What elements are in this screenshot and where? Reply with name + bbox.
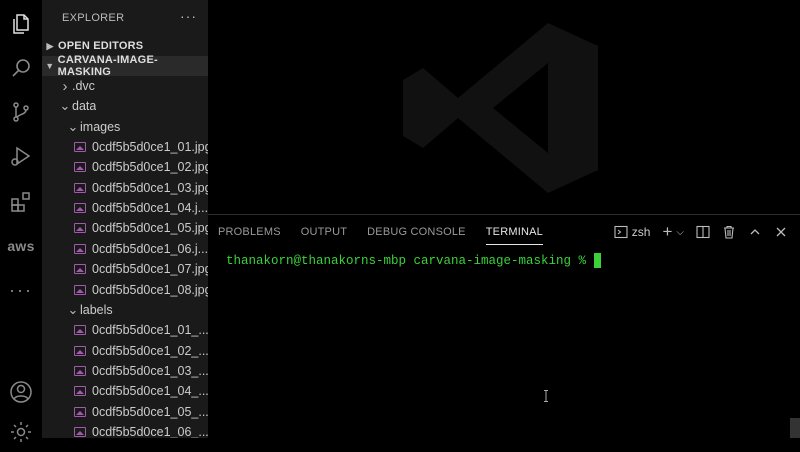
- text-cursor-icon: [544, 390, 548, 402]
- explorer-sidebar: EXPLORER ··· ▶ OPEN EDITORS ▼ CARVANA-IM…: [42, 0, 208, 438]
- file-item[interactable]: 0cdf5b5d0ce1_02_...: [42, 341, 208, 361]
- folder-item[interactable]: › .dvc: [42, 76, 208, 96]
- section-label: CARVANA-IMAGE-MASKING: [57, 54, 158, 78]
- run-debug-icon[interactable]: [0, 136, 42, 176]
- image-file-icon: [74, 243, 86, 254]
- panel-toolbar: zsh + ⌵: [614, 215, 800, 249]
- source-control-icon[interactable]: [0, 92, 42, 132]
- tree-item-label: 0cdf5b5d0ce1_02.jpg: [92, 160, 208, 175]
- tree-item-label: 0cdf5b5d0ce1_07.jpg: [92, 262, 208, 277]
- terminal-cursor: [594, 253, 602, 268]
- image-file-icon: [74, 345, 86, 356]
- account-icon[interactable]: [0, 372, 42, 412]
- tree-item-label: 0cdf5b5d0ce1_01.jpg: [92, 140, 208, 155]
- shell-label: zsh: [631, 225, 651, 239]
- close-icon[interactable]: [774, 225, 788, 239]
- extensions-icon[interactable]: [0, 182, 42, 222]
- section-project[interactable]: ▼ CARVANA-IMAGE-MASKING: [42, 54, 208, 78]
- image-file-icon: [74, 426, 86, 437]
- chevron-down-icon: ⌄: [59, 98, 71, 114]
- section-label: OPEN EDITORS: [58, 40, 144, 52]
- file-item[interactable]: 0cdf5b5d0ce1_03.jpg: [42, 178, 208, 198]
- activity-bar: aws ···: [0, 0, 42, 442]
- tree-item-label: 0cdf5b5d0ce1_08.jpg: [92, 282, 208, 297]
- explorer-more-icon[interactable]: ···: [180, 8, 197, 24]
- tree-item-label: 0cdf5b5d0ce1_02_...: [92, 343, 208, 358]
- image-file-icon: [74, 223, 86, 234]
- file-item[interactable]: 0cdf5b5d0ce1_08.jpg: [42, 280, 208, 300]
- folder-item[interactable]: ⌄ data: [42, 96, 208, 116]
- image-file-icon: [74, 203, 86, 214]
- file-item[interactable]: 0cdf5b5d0ce1_01.jpg: [42, 137, 208, 157]
- image-file-icon: [74, 406, 86, 417]
- tree-item-label: labels: [80, 302, 113, 317]
- file-item[interactable]: 0cdf5b5d0ce1_05.jpg: [42, 218, 208, 238]
- file-item[interactable]: 0cdf5b5d0ce1_04.j...: [42, 198, 208, 218]
- files-icon[interactable]: [0, 4, 42, 44]
- image-file-icon: [74, 264, 86, 275]
- image-file-icon: [74, 386, 86, 397]
- tree-item-label: images: [80, 119, 121, 134]
- image-file-icon: [74, 142, 86, 153]
- tree-item-label: 0cdf5b5d0ce1_04.j...: [92, 201, 208, 216]
- tab-terminal[interactable]: TERMINAL: [476, 215, 553, 249]
- chevron-down-icon: ⌄: [67, 301, 79, 317]
- image-file-icon: [74, 365, 86, 376]
- tab-output[interactable]: OUTPUT: [291, 215, 357, 249]
- tree-item-label: 0cdf5b5d0ce1_05.jpg: [92, 221, 208, 236]
- tree-item-label: 0cdf5b5d0ce1_04_...: [92, 384, 208, 399]
- tree-item-label: 0cdf5b5d0ce1_03.jpg: [92, 180, 208, 195]
- tree-item-label: .dvc: [72, 79, 95, 93]
- explorer-header: EXPLORER ···: [42, 0, 208, 36]
- image-file-icon: [74, 325, 86, 336]
- terminal-prompt: thanakorn@thanakorns-mbp carvana-image-m…: [226, 253, 587, 268]
- chevron-down-icon[interactable]: ⌵: [676, 227, 684, 238]
- tree-item-label: data: [72, 99, 97, 114]
- tree-item-label: 0cdf5b5d0ce1_01_...: [92, 323, 208, 338]
- chevron-down-icon: ▼: [45, 61, 55, 71]
- section-open-editors[interactable]: ▶ OPEN EDITORS: [42, 36, 208, 56]
- trash-icon[interactable]: [722, 225, 736, 239]
- terminal-icon: [614, 225, 628, 239]
- image-file-icon: [74, 284, 86, 295]
- chevron-right-icon: ▶: [46, 40, 54, 51]
- more-label: ···: [9, 279, 33, 300]
- tab-debug-console[interactable]: DEBUG CONSOLE: [357, 215, 476, 249]
- maximize-panel-icon[interactable]: [748, 225, 762, 239]
- file-item[interactable]: 0cdf5b5d0ce1_06_...: [42, 422, 208, 438]
- file-item[interactable]: 0cdf5b5d0ce1_03_...: [42, 361, 208, 381]
- explorer-title: EXPLORER: [62, 12, 125, 24]
- more-icon[interactable]: ···: [0, 270, 42, 310]
- terminal-shell-selector[interactable]: zsh: [614, 225, 651, 239]
- file-item[interactable]: 0cdf5b5d0ce1_06.j...: [42, 239, 208, 259]
- folder-item[interactable]: ⌄ labels: [42, 300, 208, 320]
- tree-item-label: 0cdf5b5d0ce1_05_...: [92, 404, 208, 419]
- chevron-down-icon: ⌄: [67, 118, 79, 134]
- settings-gear-icon[interactable]: [0, 412, 42, 452]
- terminal-output[interactable]: thanakorn@thanakorns-mbp carvana-image-m…: [226, 253, 602, 268]
- image-file-icon: [74, 162, 86, 173]
- aws-label: aws: [7, 238, 35, 254]
- split-terminal-icon[interactable]: [696, 225, 710, 239]
- aws-icon[interactable]: aws: [0, 226, 42, 266]
- editor-area: [208, 0, 800, 214]
- file-item[interactable]: 0cdf5b5d0ce1_01_...: [42, 320, 208, 340]
- tree-item-label: 0cdf5b5d0ce1_06_...: [92, 424, 208, 438]
- search-icon[interactable]: [0, 48, 42, 88]
- chevron-right-icon: ›: [62, 77, 68, 95]
- tab-problems[interactable]: PROBLEMS: [208, 215, 291, 249]
- file-item[interactable]: 0cdf5b5d0ce1_07.jpg: [42, 259, 208, 279]
- panel-tabs: PROBLEMS OUTPUT DEBUG CONSOLE TERMINAL: [208, 215, 553, 249]
- file-item[interactable]: 0cdf5b5d0ce1_04_...: [42, 381, 208, 401]
- tree-item-label: 0cdf5b5d0ce1_06.j...: [92, 241, 208, 256]
- image-file-icon: [74, 182, 86, 193]
- file-item[interactable]: 0cdf5b5d0ce1_05_...: [42, 402, 208, 422]
- bottom-panel: PROBLEMS OUTPUT DEBUG CONSOLE TERMINAL z…: [208, 214, 800, 439]
- file-item[interactable]: 0cdf5b5d0ce1_02.jpg: [42, 157, 208, 177]
- terminal-scrollbar[interactable]: [790, 418, 800, 438]
- new-terminal-button[interactable]: +: [662, 222, 672, 242]
- vscode-logo-icon: [403, 23, 598, 193]
- folder-item[interactable]: ⌄ images: [42, 117, 208, 137]
- tree-item-label: 0cdf5b5d0ce1_03_...: [92, 363, 208, 378]
